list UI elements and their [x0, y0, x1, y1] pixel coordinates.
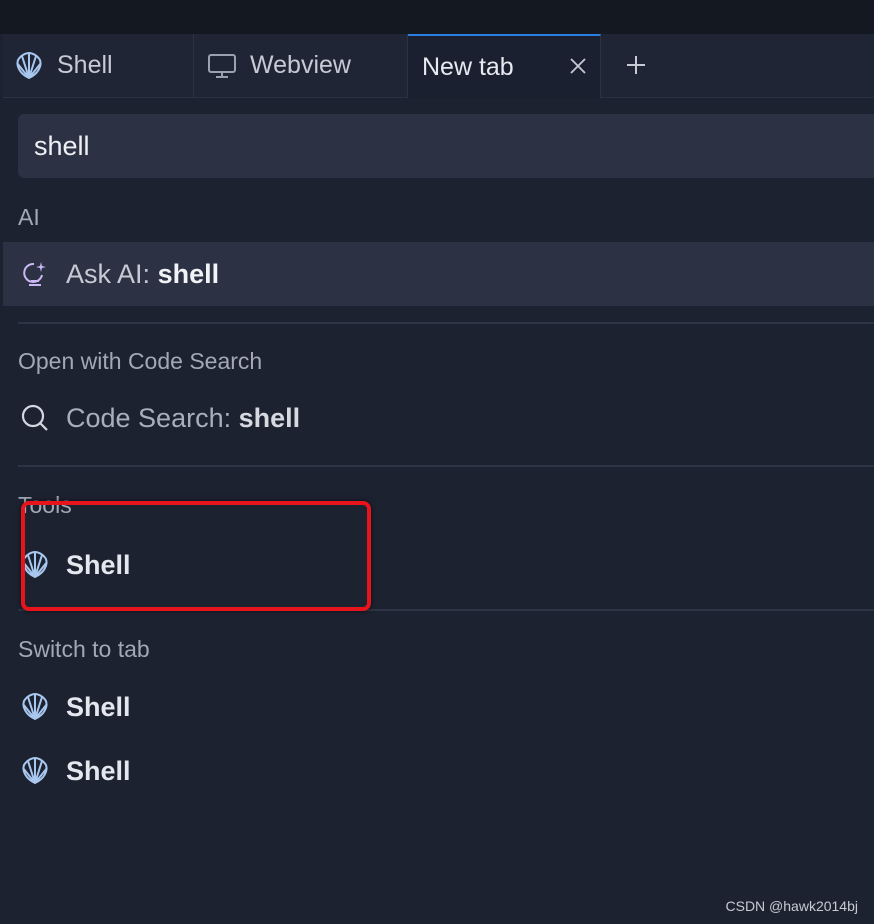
divider [18, 465, 874, 467]
search-input[interactable]: shell [18, 114, 874, 178]
switch-tab-item[interactable]: Shell [3, 675, 874, 739]
annotation-highlight-box [21, 501, 371, 611]
tab-webview[interactable]: Webview [194, 34, 408, 97]
switch-tab-label: Shell [66, 755, 131, 786]
tab-bar: Shell Webview New tab [3, 34, 874, 98]
divider [18, 322, 874, 324]
section-title-ai: AI [18, 204, 40, 230]
tab-shell[interactable]: Shell [3, 34, 194, 97]
monitor-icon [206, 50, 238, 82]
shell-icon [13, 50, 45, 82]
tab-new-tab-label: New tab [422, 52, 514, 81]
section-title-switch-to-tab: Switch to tab [18, 636, 150, 662]
code-search-query: shell [238, 402, 301, 433]
ask-ai-prefix: Ask AI: [66, 258, 151, 289]
code-search-prefix: Code Search: [66, 402, 232, 433]
code-search-item[interactable]: Code Search: shell [3, 386, 874, 450]
add-tab-button[interactable] [621, 50, 651, 80]
tab-new-tab[interactable]: New tab [408, 34, 601, 98]
ask-ai-item[interactable]: Ask AI: shell [3, 242, 874, 306]
ai-sparkle-icon [19, 258, 51, 290]
shell-icon [19, 755, 51, 787]
switch-tab-label: Shell [66, 691, 131, 722]
tab-shell-label: Shell [57, 51, 113, 79]
tab-webview-label: Webview [250, 51, 351, 79]
watermark: CSDN @hawk2014bj [725, 898, 859, 914]
close-icon[interactable] [566, 54, 590, 78]
section-title-code-search: Open with Code Search [18, 348, 263, 374]
ask-ai-query: shell [157, 258, 220, 289]
plus-icon [627, 56, 645, 74]
switch-tab-item[interactable]: Shell [3, 739, 874, 803]
window-top-bar [0, 0, 874, 34]
search-input-value: shell [34, 130, 90, 161]
shell-icon [19, 691, 51, 723]
search-icon [19, 402, 51, 434]
